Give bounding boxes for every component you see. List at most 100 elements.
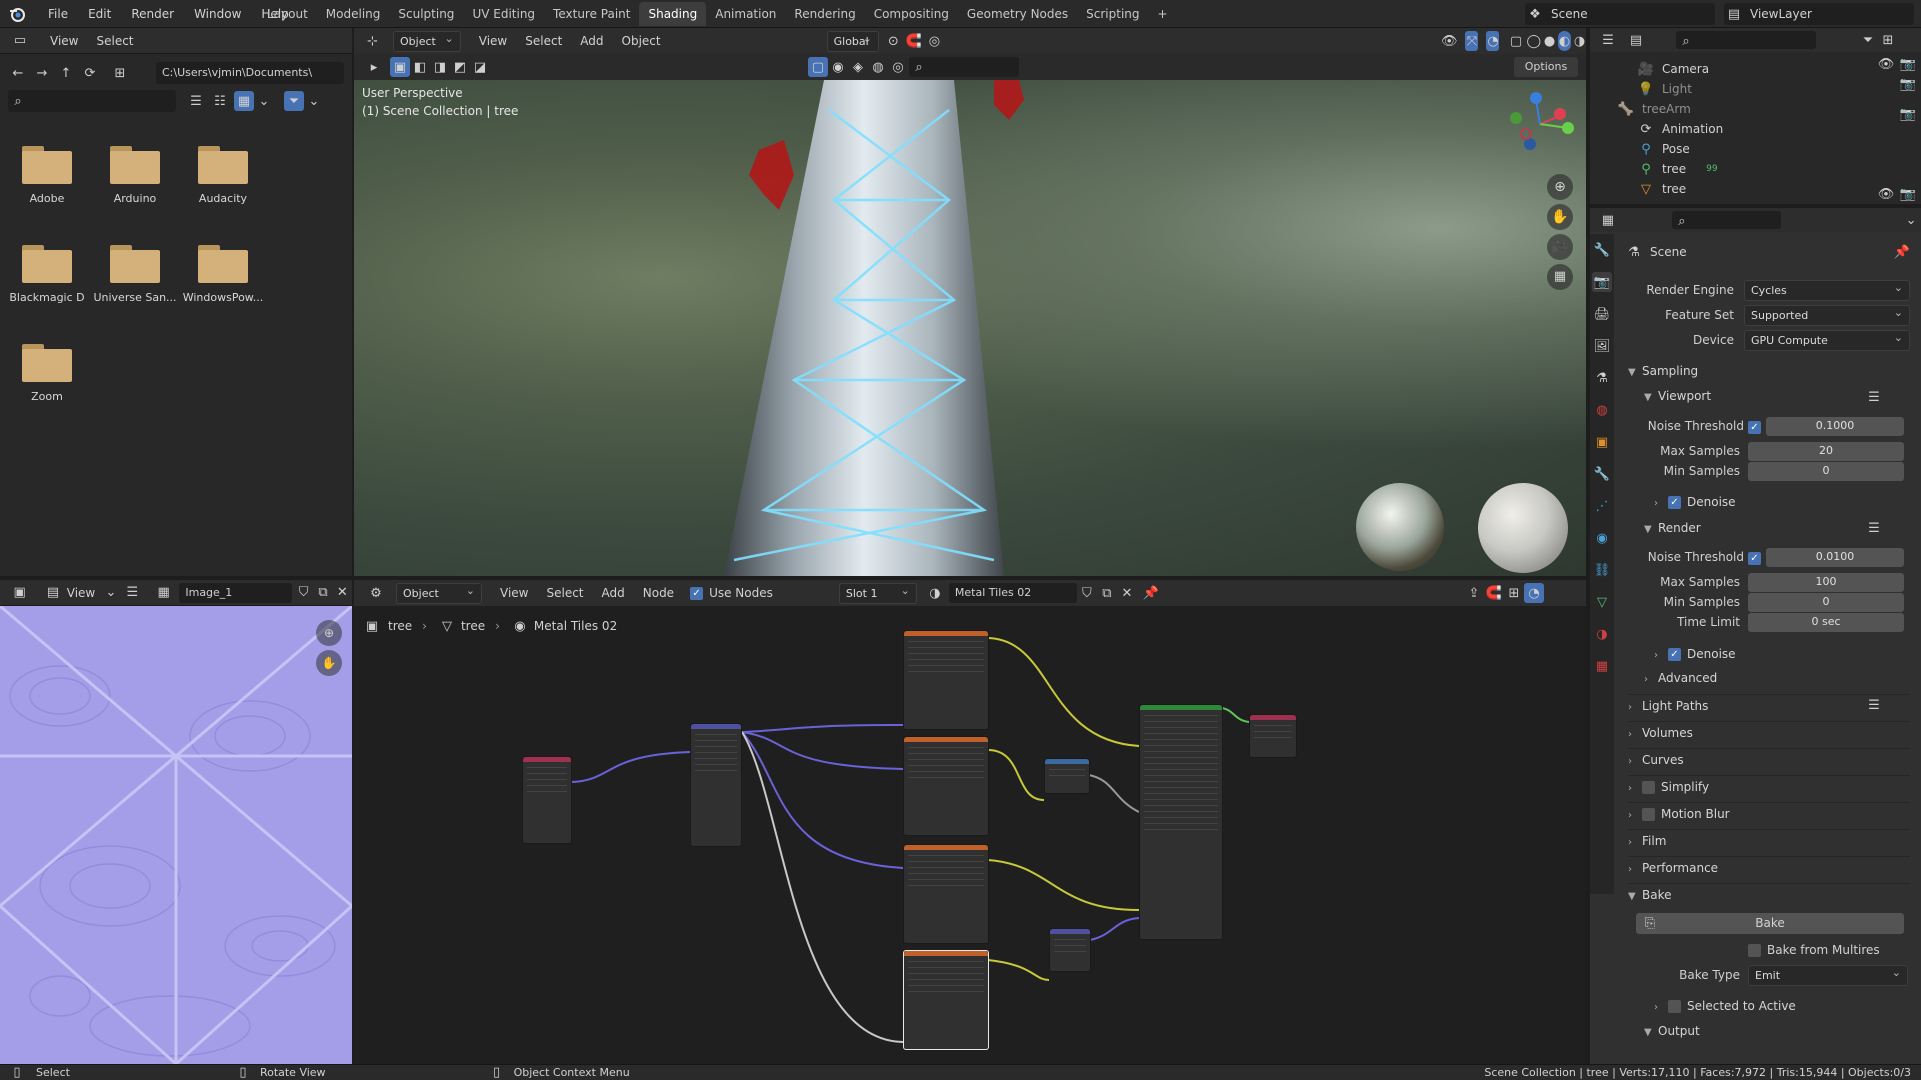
refresh-icon[interactable]: ⟳: [80, 63, 100, 83]
editor-type-icon[interactable]: ▣: [10, 583, 29, 603]
tab-texture-paint[interactable]: Texture Paint: [544, 2, 639, 26]
camera-toggle-icon[interactable]: 📷: [1898, 54, 1918, 74]
overlay-icon[interactable]: ◔: [1524, 583, 1544, 603]
vp-menu-view[interactable]: View: [479, 34, 507, 48]
rendered-shading-icon[interactable]: ◑: [1573, 31, 1586, 51]
image-browse-icon[interactable]: ▦: [154, 583, 173, 603]
camera-toggle-icon[interactable]: 📷: [1898, 184, 1918, 204]
up-arrow-icon[interactable]: ⇪: [1464, 583, 1484, 603]
folder-item[interactable]: Zoom: [2, 344, 92, 403]
simplify-panel[interactable]: › Simplify: [1628, 775, 1910, 797]
perspective-toggle-icon[interactable]: ▦: [1547, 264, 1573, 290]
bake-panel[interactable]: ▼ Bake: [1628, 883, 1910, 905]
new-image-icon[interactable]: ⧉: [313, 583, 332, 603]
tab-shading[interactable]: Shading: [639, 2, 707, 26]
list-horizontal-icon[interactable]: ☷: [210, 91, 230, 111]
camera-toggle-icon[interactable]: 📷: [1898, 104, 1918, 124]
outliner-row[interactable]: ⚲ tree 99: [1636, 160, 1717, 178]
pivot-icon[interactable]: ⊙: [887, 31, 900, 51]
pin-icon[interactable]: 📌: [1892, 242, 1912, 262]
node-image-texture-roughness[interactable]: [903, 844, 989, 944]
node-material-output[interactable]: [1249, 714, 1297, 758]
pan-hand-icon[interactable]: ✋: [316, 650, 342, 676]
eye-icon[interactable]: 👁: [1876, 54, 1896, 74]
node-principled-bsdf[interactable]: [1139, 704, 1223, 940]
editor-type-icon[interactable]: ▦: [1598, 210, 1618, 230]
folder-item[interactable]: WindowsPow...: [178, 245, 268, 304]
filter-icon[interactable]: ⏷: [284, 91, 304, 111]
folder-item[interactable]: Blackmagic D: [2, 245, 92, 304]
fb-path-field[interactable]: C:\Users\vjmin\Documents\: [156, 62, 344, 84]
menu-edit[interactable]: Edit: [78, 0, 121, 28]
camera-toggle-icon[interactable]: 📷: [1898, 74, 1918, 94]
bake-type-dropdown[interactable]: Emit: [1748, 963, 1908, 986]
node-image-texture-color[interactable]: [903, 630, 989, 730]
vp-max-samples-field[interactable]: 20: [1748, 442, 1904, 461]
outliner-search[interactable]: ⌕: [1676, 31, 1816, 49]
feature-set-dropdown[interactable]: Supported: [1744, 303, 1910, 326]
r-max-samples-field[interactable]: 100: [1748, 573, 1904, 592]
bake-multires-row[interactable]: Bake from Multires: [1748, 943, 1880, 957]
select-box-icon[interactable]: ▣: [390, 57, 410, 77]
shader-node-editor[interactable]: ⚙ Object View Select Add Node ✓ Use Node…: [354, 580, 1586, 1064]
normal-map-image[interactable]: ⊕ ✋: [0, 606, 352, 1064]
gizmo-icon[interactable]: ⤧: [1465, 31, 1479, 51]
scene-tab-icon[interactable]: ⚗: [1592, 368, 1612, 388]
tab-compositing[interactable]: Compositing: [865, 2, 958, 26]
outliner-row[interactable]: ⟳ Animation: [1636, 120, 1724, 138]
scene-selector[interactable]: ❖ Scene: [1525, 3, 1715, 25]
back-icon[interactable]: ←: [8, 63, 28, 83]
select-invert-icon[interactable]: ◩: [450, 57, 470, 77]
viewport-shading-solid-icon[interactable]: ▢: [808, 57, 828, 77]
physics-tab-icon[interactable]: ◉: [1592, 528, 1612, 548]
camera-view-icon[interactable]: 🎥: [1547, 234, 1573, 260]
bake-button[interactable]: ⎘ Bake: [1636, 913, 1904, 934]
node-image-texture-metallic[interactable]: [903, 736, 989, 836]
outliner-row[interactable]: ▽ tree: [1636, 180, 1686, 198]
filter-icon[interactable]: ⏷: [1858, 30, 1878, 50]
vp-denoise-subpanel[interactable]: › ✓ Denoise: [1654, 491, 1904, 513]
snap-icon[interactable]: 🧲: [1484, 583, 1504, 603]
menu-icon[interactable]: ☰: [123, 583, 142, 603]
options-button[interactable]: Options: [1514, 57, 1578, 77]
tab-layout[interactable]: Layout: [258, 2, 317, 26]
pan-hand-icon[interactable]: ✋: [1547, 204, 1573, 230]
material-icon[interactable]: ◉: [828, 57, 848, 77]
volumes-panel[interactable]: › Volumes: [1628, 721, 1910, 743]
r-denoise-subpanel[interactable]: › ✓ Denoise: [1654, 643, 1904, 665]
r-denoise-checkbox[interactable]: ✓: [1668, 648, 1681, 661]
tab-scripting[interactable]: Scripting: [1077, 2, 1148, 26]
advanced-subpanel[interactable]: › Advanced: [1644, 667, 1910, 689]
tab-sculpting[interactable]: Sculpting: [389, 2, 463, 26]
wireframe-shading-icon[interactable]: ◯: [1526, 31, 1541, 51]
performance-panel[interactable]: › Performance: [1628, 856, 1910, 878]
curves-panel[interactable]: › Curves: [1628, 748, 1910, 770]
menu-file[interactable]: File: [38, 0, 78, 28]
vp-denoise-checkbox[interactable]: ✓: [1668, 496, 1681, 509]
outliner-row[interactable]: ⚲ Pose: [1636, 140, 1690, 158]
transform-orientation-dropdown[interactable]: Global: [826, 29, 879, 52]
properties-search[interactable]: ⌕: [1671, 211, 1782, 229]
r-min-samples-field[interactable]: 0: [1748, 593, 1904, 612]
bake-multires-checkbox[interactable]: [1748, 943, 1761, 957]
fb-select-menu[interactable]: Select: [96, 34, 133, 48]
vp-menu-object[interactable]: Object: [622, 34, 661, 48]
eye-icon[interactable]: 👁: [1876, 184, 1896, 204]
list-vertical-icon[interactable]: ☰: [186, 91, 206, 111]
particles-tab-icon[interactable]: ⋰: [1592, 496, 1612, 516]
select-extend-icon[interactable]: ◧: [410, 57, 430, 77]
editor-type-icon[interactable]: ▭: [10, 31, 30, 51]
render-engine-dropdown[interactable]: Cycles: [1744, 278, 1910, 301]
display-mode-icon[interactable]: ▤: [1626, 30, 1646, 50]
snap-icon[interactable]: 🧲: [906, 31, 922, 51]
zoom-icon[interactable]: ⊕: [1547, 174, 1573, 200]
visibility-icon[interactable]: 👁: [1441, 31, 1458, 51]
menu-render[interactable]: Render: [121, 0, 184, 28]
tab-uv-editing[interactable]: UV Editing: [463, 2, 544, 26]
vp-noise-threshold-field[interactable]: 0.1000: [1766, 417, 1904, 436]
node-image-texture-normal[interactable]: [903, 950, 989, 1050]
menu-window[interactable]: Window: [184, 0, 251, 28]
viewport-search[interactable]: ⌕: [909, 57, 1019, 77]
list-icon[interactable]: ☰: [1864, 695, 1884, 715]
parent-icon[interactable]: ↑: [56, 63, 76, 83]
